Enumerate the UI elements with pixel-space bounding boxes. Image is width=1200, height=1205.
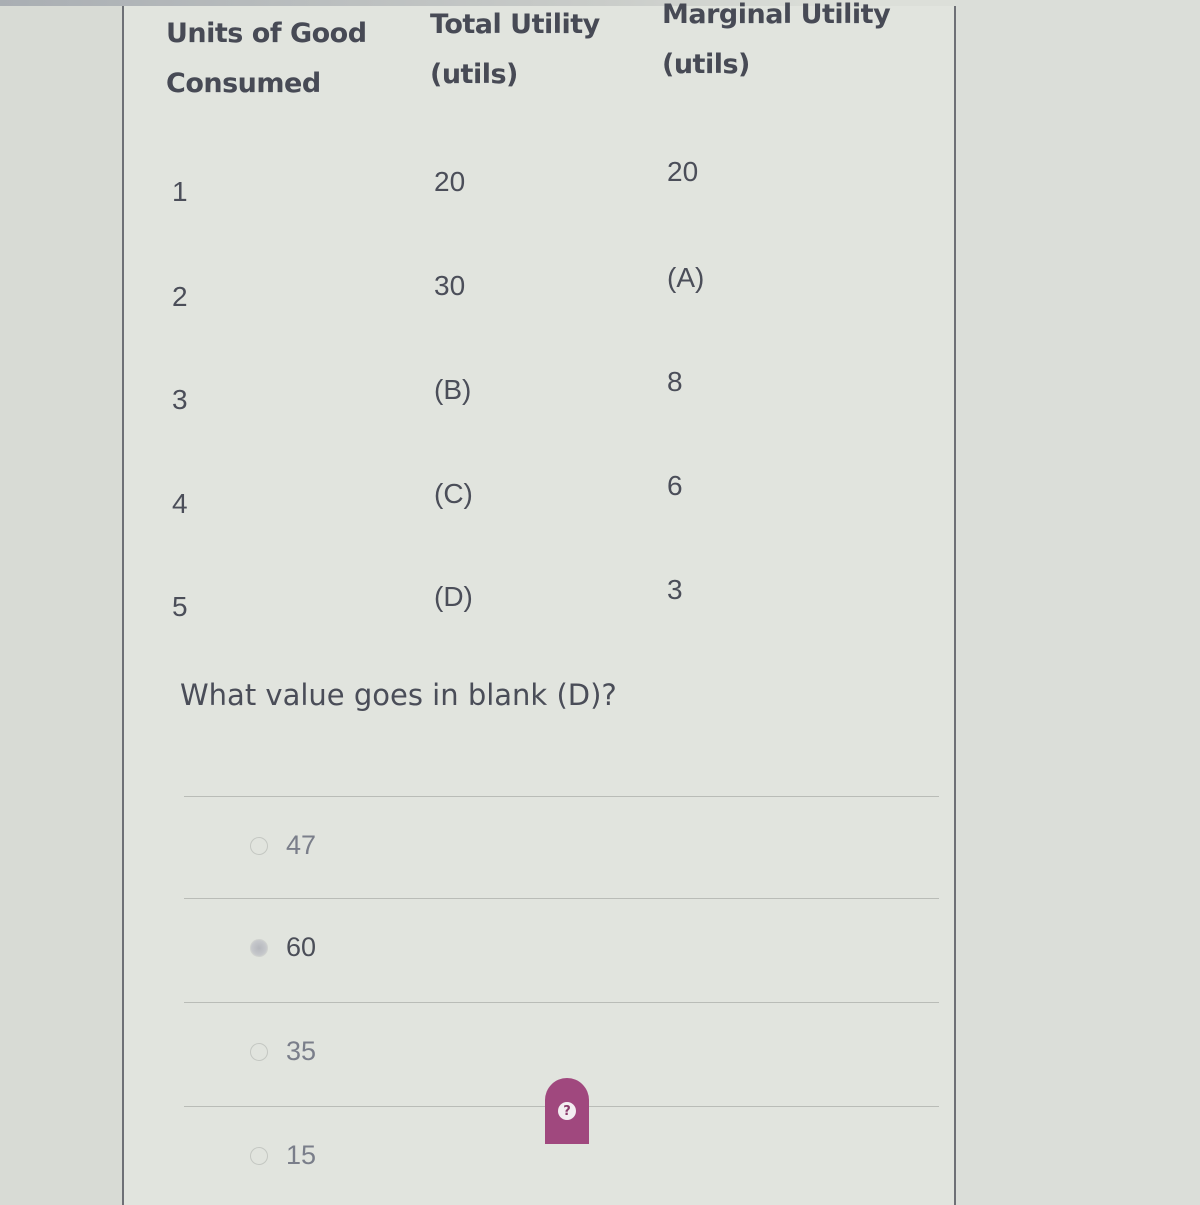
header-total-utility: Total Utility (utils) [430,0,600,100]
row-3-units: 3 [172,384,188,415]
question-prompt: What value goes in blank (D)? [180,678,617,712]
row-2-total: 30 [434,270,466,301]
header-marginal-utility: Marginal Utility (utils) [662,0,891,90]
option-divider [184,796,939,797]
option-divider [184,1002,939,1003]
left-margin [0,6,122,1205]
question-panel: Units of Good Consumed Total Utility (ut… [122,0,956,1205]
row-5-units: 5 [172,591,188,622]
row-3-total: (B) [434,374,472,405]
row-4-total: (C) [434,478,473,509]
row-1-total: 20 [434,166,466,197]
row-5-marginal: 3 [667,574,683,605]
question-mark-icon: ? [558,1102,576,1120]
radio-button[interactable] [250,1042,268,1061]
header-units-consumed: Units of Good Consumed [166,9,367,109]
option-label: 47 [286,830,317,860]
header-marginal-line1: Marginal Utility [662,0,891,30]
answer-option-15[interactable]: 15 [250,1140,316,1171]
header-units-line2: Consumed [166,68,321,99]
row-5-total: (D) [434,581,473,612]
help-button[interactable]: ? [545,1078,589,1144]
radio-button[interactable] [250,1146,268,1165]
answer-option-47[interactable]: 47 [250,830,316,861]
option-divider [184,898,939,899]
row-1-units: 1 [172,176,188,207]
header-total-line2: (utils) [430,59,518,90]
answer-option-35[interactable]: 35 [250,1036,316,1067]
row-2-units: 2 [172,281,188,312]
radio-button-selected[interactable] [250,938,268,957]
header-units-line1: Units of Good [166,18,367,49]
header-marginal-line2: (utils) [662,49,750,80]
option-label: 35 [286,1036,317,1066]
radio-button[interactable] [250,836,268,855]
option-label: 15 [286,1140,317,1170]
row-4-marginal: 6 [667,470,683,501]
row-4-units: 4 [172,488,188,519]
header-total-line1: Total Utility [430,9,600,40]
row-3-marginal: 8 [667,366,683,397]
row-2-marginal: (A) [667,262,705,293]
answer-option-60[interactable]: 60 [250,932,316,963]
option-label: 60 [286,932,317,962]
right-margin [955,0,1200,1205]
row-1-marginal: 20 [667,156,699,187]
